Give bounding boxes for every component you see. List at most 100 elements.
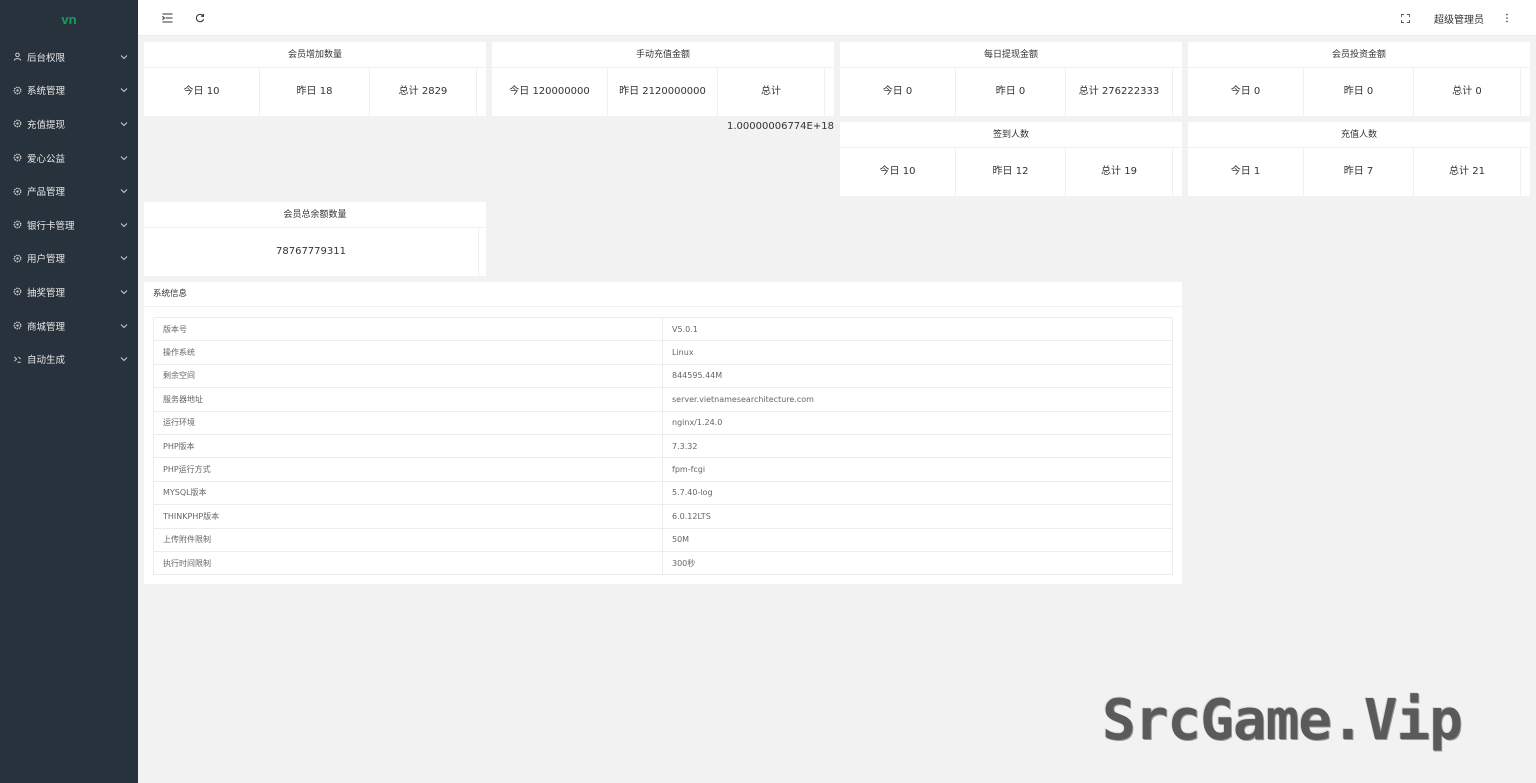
stat-today: 今日 10 <box>144 68 260 116</box>
watermark: SrcGame.Vip <box>1102 688 1463 753</box>
card-title: 每日提现金额 <box>840 42 1182 68</box>
stat-card-manual-recharge: 手动充值金额 今日 120000000 昨日 2120000000 总计 <box>492 42 834 116</box>
info-key: 上传附件限制 <box>153 527 663 552</box>
chevron-down-icon <box>120 322 128 330</box>
info-value: V5.0.1 <box>662 316 1173 342</box>
gear-icon <box>12 287 22 297</box>
stat-total: 总计 2829 <box>370 68 477 116</box>
stat-today: 今日 1 <box>1188 148 1304 196</box>
stat-yesterday: 昨日 18 <box>260 68 370 116</box>
stat-total-value: 1.00000006774E+18 <box>727 121 834 132</box>
info-value: 50M <box>662 527 1173 552</box>
sidebar-item-label: 自动生成 <box>27 355 66 367</box>
sidebar-item-recharge-withdraw[interactable]: 充值提现 <box>0 107 138 141</box>
gear-icon <box>12 153 22 163</box>
top-header: 超级管理员 <box>138 0 1536 36</box>
stat-yesterday: 昨日 0 <box>956 68 1066 116</box>
table-row: 上传附件限制 50M <box>153 527 1173 552</box>
stat-total: 总计 21 <box>1414 148 1521 196</box>
gear-icon <box>12 119 22 129</box>
card-title: 签到人数 <box>840 122 1182 148</box>
chevron-down-icon <box>120 254 128 262</box>
info-key: 执行时间限制 <box>153 550 663 576</box>
stat-yesterday: 昨日 0 <box>1304 68 1414 116</box>
sidebar-item-label: 用户管理 <box>27 254 66 266</box>
stat-card-daily-withdraw: 每日提现金额 今日 0 昨日 0 总计 276222333 <box>840 42 1182 116</box>
card-title: 手动充值金额 <box>492 42 834 68</box>
sidebar-item-auto-generate[interactable]: 自动生成 <box>0 342 138 376</box>
fullscreen-icon[interactable] <box>1398 11 1412 25</box>
stat-today: 今日 120000000 <box>492 68 608 116</box>
table-row: 版本号 V5.0.1 <box>153 316 1173 342</box>
app-logo[interactable]: vn <box>0 0 138 40</box>
sidebar-item-label: 充值提现 <box>27 119 66 131</box>
info-value: nginx/1.24.0 <box>662 410 1173 435</box>
info-key: 版本号 <box>153 316 663 342</box>
menu-toggle-icon[interactable] <box>160 11 174 25</box>
chevron-down-icon <box>120 120 128 128</box>
sidebar-item-label: 系统管理 <box>27 86 66 98</box>
sidebar-item-mall-management[interactable]: 商城管理 <box>0 309 138 343</box>
info-value: fpm-fcgi <box>662 457 1173 482</box>
info-key: 剩余空间 <box>153 363 663 389</box>
gear-icon <box>12 253 22 263</box>
stat-card-member-increase: 会员增加数量 今日 10 昨日 18 总计 2829 <box>144 42 486 116</box>
table-row: 服务器地址 server.vietnamesearchitecture.com <box>153 387 1173 412</box>
info-value: Linux <box>662 340 1173 365</box>
info-key: PHP版本 <box>153 433 663 459</box>
table-row: 运行环境 nginx/1.24.0 <box>153 410 1173 435</box>
stat-today: 今日 10 <box>840 148 956 196</box>
info-value: 7.3.32 <box>662 433 1173 459</box>
stat-card-member-balance: 会员总余额数量 78767779311 <box>144 202 486 276</box>
sidebar-item-label: 爱心公益 <box>27 153 66 165</box>
gear-icon <box>12 85 22 95</box>
sidebar-item-label: 商城管理 <box>27 321 66 333</box>
sidebar-item-label: 抽奖管理 <box>27 287 66 299</box>
chevron-down-icon <box>120 221 128 229</box>
chevron-down-icon <box>120 355 128 363</box>
table-row: MYSQL版本 5.7.40-log <box>153 480 1173 506</box>
info-key: 操作系统 <box>153 340 663 365</box>
sidebar-item-admin-permissions[interactable]: 后台权限 <box>0 40 138 74</box>
panel-title: 系统信息 <box>144 282 1182 307</box>
gear-icon <box>12 321 22 331</box>
table-row: PHP版本 7.3.32 <box>153 433 1173 459</box>
sidebar-item-label: 产品管理 <box>27 187 66 199</box>
gear-icon <box>12 186 22 196</box>
stat-value: 78767779311 <box>144 228 479 276</box>
chevron-down-icon <box>120 154 128 162</box>
table-row: 剩余空间 844595.44M <box>153 363 1173 389</box>
admin-user-menu[interactable]: 超级管理员 <box>1434 11 1484 26</box>
chevron-down-icon <box>120 86 128 94</box>
sidebar-item-lottery-management[interactable]: 抽奖管理 <box>0 275 138 309</box>
sidebar-item-charity[interactable]: 爱心公益 <box>0 141 138 175</box>
info-key: 服务器地址 <box>153 387 663 412</box>
chevron-down-icon <box>120 288 128 296</box>
more-options-icon[interactable] <box>1500 11 1514 25</box>
sidebar-item-bank-card-management[interactable]: 银行卡管理 <box>0 208 138 242</box>
table-row: 执行时间限制 300秒 <box>153 550 1173 576</box>
stat-today: 今日 0 <box>840 68 956 116</box>
stat-card-member-invest: 会员投资金额 今日 0 昨日 0 总计 0 <box>1188 42 1530 116</box>
code-icon <box>12 354 22 364</box>
sidebar-item-user-management[interactable]: 用户管理 <box>0 242 138 276</box>
card-title: 会员总余额数量 <box>144 202 486 228</box>
stat-total: 总计 19 <box>1066 148 1173 196</box>
info-key: 运行环境 <box>153 410 663 435</box>
info-value: server.vietnamesearchitecture.com <box>662 387 1173 412</box>
stat-yesterday: 昨日 2120000000 <box>608 68 718 116</box>
sidebar: vn 后台权限 系统管理 充值提现 爱心公益 产品管理 银行卡管理 用户管理 抽… <box>0 0 138 783</box>
info-key: MYSQL版本 <box>153 480 663 506</box>
stat-card-recharge-count: 充值人数 今日 1 昨日 7 总计 21 <box>1188 122 1530 196</box>
refresh-icon[interactable] <box>193 11 207 25</box>
stat-yesterday: 昨日 12 <box>956 148 1066 196</box>
info-key: THINKPHP版本 <box>153 504 663 529</box>
sidebar-item-label: 后台权限 <box>27 52 66 64</box>
sidebar-item-system-management[interactable]: 系统管理 <box>0 74 138 108</box>
info-key: PHP运行方式 <box>153 457 663 482</box>
stat-today: 今日 0 <box>1188 68 1304 116</box>
gear-icon <box>12 220 22 230</box>
card-title: 充值人数 <box>1188 122 1530 148</box>
sidebar-item-product-management[interactable]: 产品管理 <box>0 174 138 208</box>
stat-card-checkin-count: 签到人数 今日 10 昨日 12 总计 19 <box>840 122 1182 196</box>
